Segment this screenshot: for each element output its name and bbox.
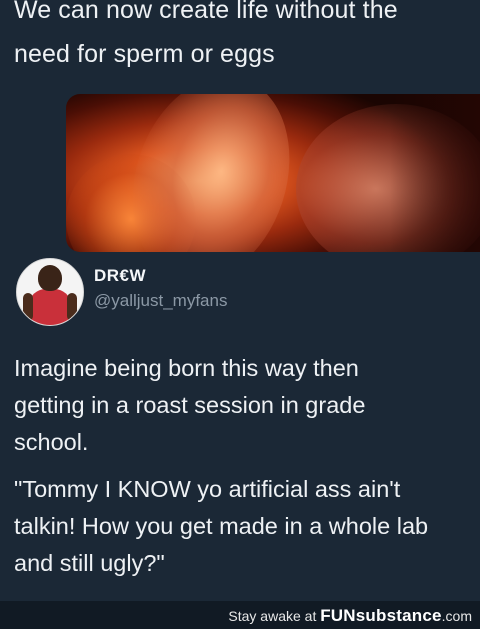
watermark-brand: FUNsubstance xyxy=(320,606,442,625)
tweet-line: talkin! How you get made in a whole lab xyxy=(14,513,429,539)
quoted-post-image[interactable] xyxy=(66,94,480,252)
watermark-prefix: Stay awake at xyxy=(228,608,321,624)
tweet-body: Imagine being born this way then getting… xyxy=(14,350,476,582)
tweet-paragraph-1: Imagine being born this way then getting… xyxy=(14,350,476,461)
author-display-name[interactable]: DR€W xyxy=(94,266,146,286)
image-form-left xyxy=(107,94,315,252)
watermark-suffix: .com xyxy=(441,608,472,624)
tweet-line: school. xyxy=(14,429,89,455)
tweet-line: and still ugly?" xyxy=(14,550,165,576)
watermark-text[interactable]: Stay awake at FUNsubstance.com xyxy=(228,606,472,626)
avatar-head xyxy=(38,265,62,291)
avatar[interactable] xyxy=(16,258,84,326)
avatar-arm-right xyxy=(67,293,77,321)
avatar-arm-left xyxy=(23,293,33,321)
tweet-paragraph-2: "Tommy I KNOW yo artificial ass ain't ta… xyxy=(14,471,476,582)
tweet-line: "Tommy I KNOW yo artificial ass ain't xyxy=(14,476,401,502)
tweet-line: getting in a roast session in grade xyxy=(14,392,366,418)
avatar-shirt xyxy=(29,289,71,325)
quoted-post-text: We can now create life without the need … xyxy=(14,0,466,76)
watermark-bar: Stay awake at FUNsubstance.com xyxy=(0,601,480,629)
quoted-post-line-1: We can now create life without the xyxy=(14,0,398,24)
author-handle[interactable]: @yalljust_myfans xyxy=(94,291,227,311)
quoted-post-line-2: need for sperm or eggs xyxy=(14,40,275,68)
tweet-line: Imagine being born this way then xyxy=(14,355,359,381)
image-shadow xyxy=(390,94,480,252)
